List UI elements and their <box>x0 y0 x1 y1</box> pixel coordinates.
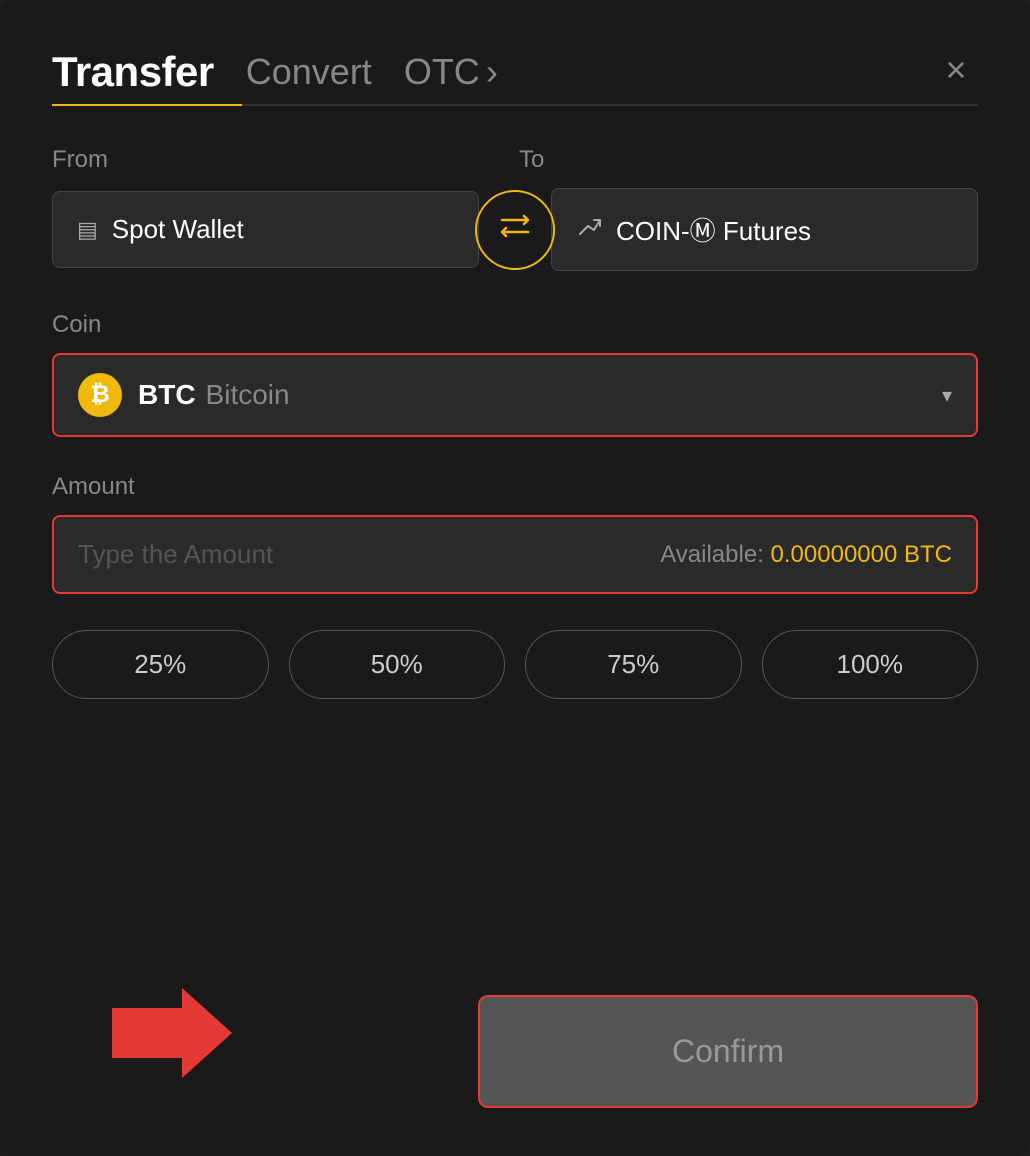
close-button[interactable]: × <box>934 48 978 92</box>
tab-underline-active <box>52 104 242 106</box>
available-text: Available: 0.00000000 BTC <box>660 541 952 569</box>
available-label: Available: <box>660 541 764 568</box>
wallet-icon: ▤ <box>77 217 98 243</box>
amount-section: Amount Type the Amount Available: 0.0000… <box>52 473 978 594</box>
coin-select[interactable]: ₿ BTC Bitcoin ▾ <box>52 353 978 437</box>
otc-label: OTC <box>404 51 480 93</box>
pct-75-button[interactable]: 75% <box>525 630 742 699</box>
from-wallet-select[interactable]: ▤ Spot Wallet <box>52 191 479 268</box>
to-wallet-name: COIN-Ⓜ Futures <box>616 211 811 248</box>
pct-25-button[interactable]: 25% <box>52 630 269 699</box>
pct-100-button[interactable]: 100% <box>762 630 979 699</box>
bottom-area: Confirm <box>52 955 978 1108</box>
arrow-icon <box>112 983 232 1083</box>
pct-buttons: 25% 50% 75% 100% <box>52 630 978 699</box>
confirm-button[interactable]: Confirm <box>478 995 978 1108</box>
coin-section: Coin ₿ BTC Bitcoin ▾ <box>52 311 978 437</box>
tab-underline-container <box>52 104 978 106</box>
from-to-section: From To ▤ Spot Wallet <box>52 146 978 271</box>
modal-header: Transfer Convert OTC › × <box>52 48 978 96</box>
tab-otc[interactable]: OTC › <box>404 51 498 93</box>
swap-icon <box>498 212 532 247</box>
tab-transfer[interactable]: Transfer <box>52 48 214 96</box>
available-amount: 0.00000000 BTC <box>771 541 952 568</box>
from-label: From <box>52 146 511 174</box>
transfer-modal: Transfer Convert OTC › × From To ▤ Spot … <box>0 0 1030 1156</box>
otc-chevron-icon: › <box>486 51 498 93</box>
swap-button[interactable] <box>475 190 555 270</box>
coin-name: Bitcoin <box>206 379 290 411</box>
coin-label: Coin <box>52 311 978 339</box>
amount-placeholder: Type the Amount <box>78 539 273 570</box>
amount-label: Amount <box>52 473 978 501</box>
futures-icon <box>576 214 602 246</box>
to-label: To <box>511 146 978 174</box>
amount-input-box[interactable]: Type the Amount Available: 0.00000000 BT… <box>52 515 978 594</box>
pct-50-button[interactable]: 50% <box>289 630 506 699</box>
from-to-labels: From To <box>52 146 978 174</box>
from-to-inputs: ▤ Spot Wallet COIN-Ⓜ F <box>52 188 978 271</box>
to-wallet-select[interactable]: COIN-Ⓜ Futures <box>551 188 978 271</box>
tab-convert[interactable]: Convert <box>246 51 372 93</box>
btc-icon: ₿ <box>78 373 122 417</box>
arrow-container <box>112 983 232 1088</box>
coin-chevron-icon: ▾ <box>942 383 952 408</box>
from-wallet-name: Spot Wallet <box>112 214 244 245</box>
coin-symbol: BTC <box>138 379 196 411</box>
